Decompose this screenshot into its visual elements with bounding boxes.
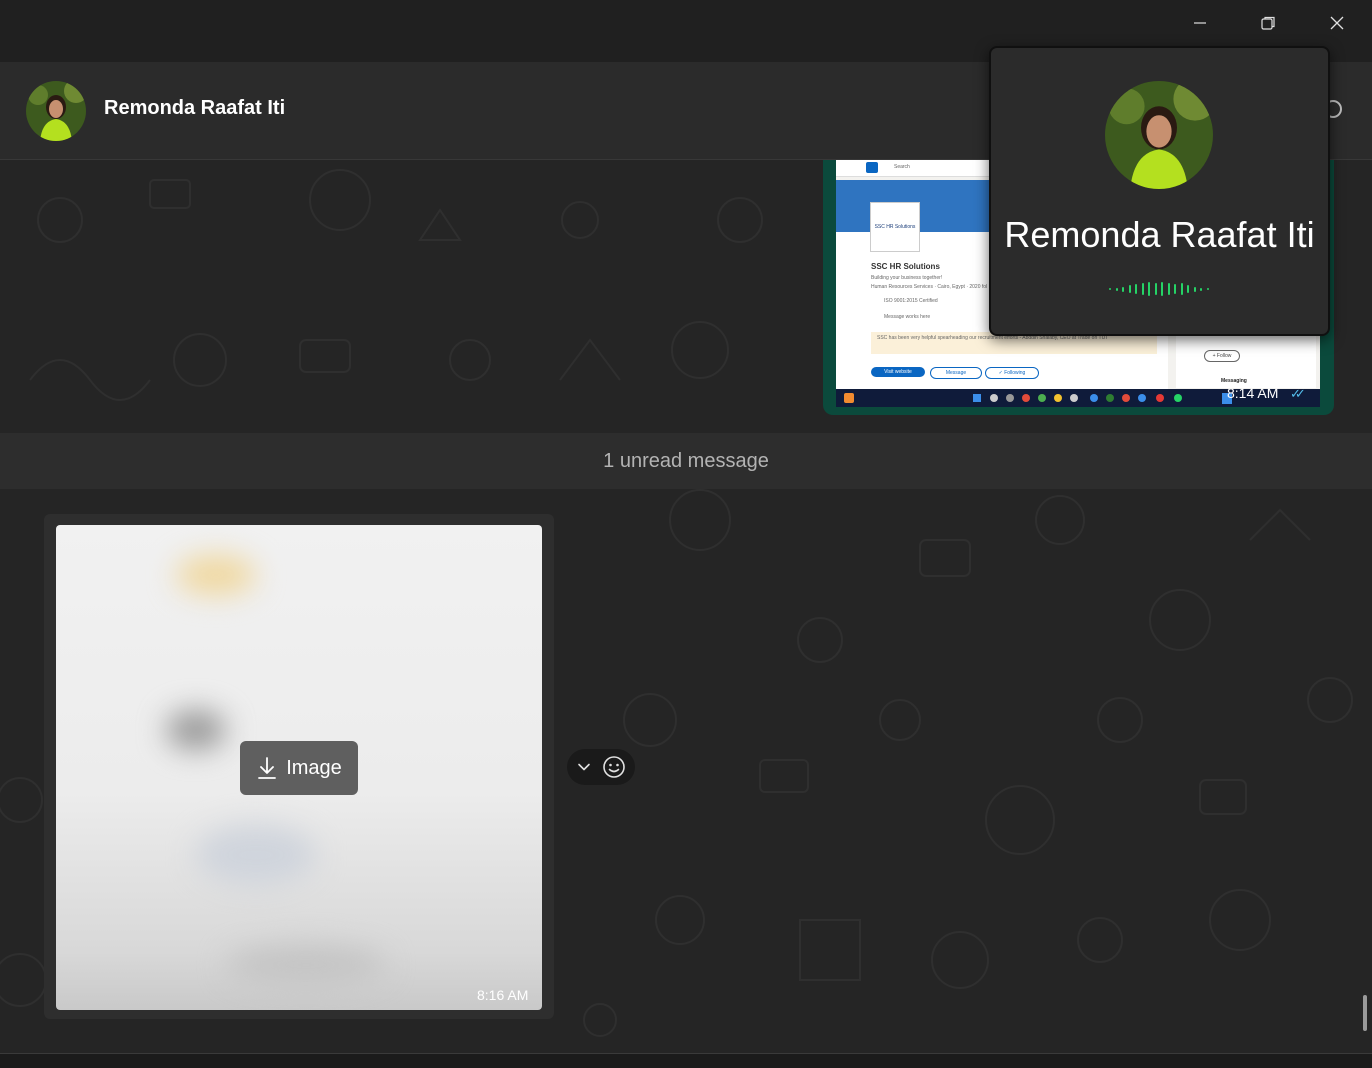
- company-cert: ISO 9001:2015 Certified: [884, 298, 938, 304]
- composer-edge: [0, 1053, 1372, 1068]
- messaging-label: Messaging: [1221, 378, 1247, 384]
- following-button: ✓ Following: [985, 367, 1039, 379]
- minimize-button[interactable]: [1177, 8, 1223, 38]
- right-panel: + Follow Messaging: [1176, 330, 1316, 388]
- linkedin-logo-icon: [866, 162, 878, 173]
- message-button: Message: [930, 367, 982, 379]
- restore-icon: [1261, 16, 1275, 30]
- close-button[interactable]: [1314, 8, 1360, 38]
- thumbnail-search: Search: [894, 164, 910, 170]
- blur-area: [176, 555, 256, 595]
- blur-area: [226, 945, 386, 985]
- company-name: SSC HR Solutions: [871, 262, 940, 271]
- outgoing-message-time: 8:14 AM: [1227, 385, 1279, 401]
- company-details: Human Resources Services · Cairo, Egypt …: [871, 284, 988, 290]
- download-image-button[interactable]: Image: [240, 741, 358, 795]
- profile-photo-icon: [1105, 81, 1213, 189]
- unread-separator-label: 1 unread message: [603, 449, 769, 472]
- call-audio-wave-icon: [1109, 281, 1209, 297]
- profile-photo-icon: [26, 81, 86, 141]
- minimize-icon: [1194, 22, 1206, 24]
- caller-avatar: [1105, 81, 1213, 189]
- company-logo: SSC HR Solutions: [870, 202, 920, 252]
- company-tagline: Building your business together!: [871, 275, 943, 281]
- contact-avatar[interactable]: [26, 81, 86, 141]
- visit-website-button: Visit website: [871, 367, 925, 377]
- contact-name[interactable]: Remonda Raafat Iti: [104, 97, 285, 120]
- employee-note: Message works here: [884, 314, 931, 320]
- company-logo-text: SSC HR Solutions: [874, 224, 916, 230]
- download-image-label: Image: [286, 756, 342, 779]
- blur-area: [196, 825, 316, 885]
- blur-area: [166, 710, 226, 750]
- chevron-down-icon[interactable]: [577, 760, 591, 774]
- follow-button: + Follow: [1204, 350, 1240, 362]
- call-popup[interactable]: Remonda Raafat Iti: [989, 46, 1330, 336]
- chat-scrollbar[interactable]: [1363, 995, 1367, 1031]
- close-icon: [1330, 16, 1344, 30]
- incoming-message-time: 8:16 AM: [477, 987, 529, 1003]
- caller-name: Remonda Raafat Iti: [1004, 214, 1315, 255]
- read-receipt-icon: ✓✓: [1290, 386, 1306, 401]
- message-actions-pill[interactable]: [567, 749, 635, 785]
- unread-separator: 1 unread message: [0, 433, 1372, 489]
- restore-button[interactable]: [1245, 8, 1291, 38]
- download-icon: [258, 757, 277, 779]
- emoji-icon[interactable]: [602, 755, 626, 779]
